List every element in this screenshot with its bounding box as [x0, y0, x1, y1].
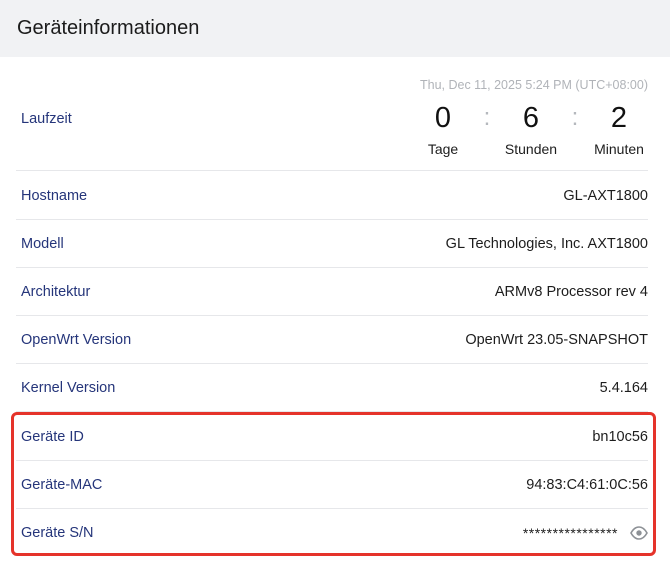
kernel-version-value: 5.4.164 — [599, 379, 648, 396]
architecture-label: Architektur — [21, 283, 91, 300]
panel-header: Geräteinformationen — [0, 0, 670, 57]
architecture-value: ARMv8 Processor rev 4 — [494, 283, 648, 300]
hostname-value: GL-AXT1800 — [563, 187, 648, 204]
openwrt-version-label: OpenWrt Version — [21, 331, 132, 348]
openwrt-version-value: OpenWrt 23.05-SNAPSHOT — [465, 331, 648, 348]
device-sn-value-group: **************** — [523, 525, 648, 541]
device-id-label: Geräte ID — [21, 428, 84, 445]
device-info-panel: Geräteinformationen Thu, Dec 11, 2025 5:… — [0, 0, 670, 565]
device-sn-value: **************** — [522, 525, 618, 541]
uptime-minutes-label: Minuten — [594, 141, 644, 157]
uptime-days: 0 Tage — [414, 98, 472, 157]
uptime-days-label: Tage — [427, 141, 459, 157]
uptime-label: Laufzeit — [21, 111, 72, 127]
uptime-separator: : — [483, 104, 491, 131]
device-id-row: Geräte ID bn10c56 — [16, 413, 648, 461]
page-title: Geräteinformationen — [17, 17, 200, 39]
uptime-counter: 0 Tage : 6 Stunden : 2 Minuten — [414, 98, 648, 157]
architecture-row: Architektur ARMv8 Processor rev 4 — [16, 268, 648, 316]
kernel-version-label: Kernel Version — [21, 379, 116, 396]
model-row: Modell GL Technologies, Inc. AXT1800 — [16, 220, 648, 268]
uptime-days-value: 0 — [434, 102, 452, 134]
current-timestamp: Thu, Dec 11, 2025 5:24 PM (UTC+08:00) — [419, 78, 648, 92]
uptime-hours: 6 Stunden — [502, 98, 560, 157]
device-mac-row: Geräte-MAC 94:83:C4:61:0C:56 — [16, 461, 648, 509]
device-sn-label: Geräte S/N — [21, 525, 94, 541]
uptime-minutes: 2 Minuten — [590, 98, 648, 157]
eye-icon[interactable] — [630, 526, 648, 540]
uptime-minutes-value: 2 — [610, 102, 628, 134]
kernel-version-row: Kernel Version 5.4.164 — [16, 364, 648, 412]
device-mac-label: Geräte-MAC — [21, 476, 103, 493]
uptime-hours-value: 6 — [522, 102, 540, 134]
uptime-hours-label: Stunden — [504, 141, 558, 157]
openwrt-version-row: OpenWrt Version OpenWrt 23.05-SNAPSHOT — [16, 316, 648, 364]
uptime-row: Laufzeit 0 Tage : 6 Stunden : 2 Minuten — [16, 98, 648, 171]
device-id-value: bn10c56 — [592, 428, 648, 445]
model-value: GL Technologies, Inc. AXT1800 — [445, 235, 648, 252]
device-mac-value: 94:83:C4:61:0C:56 — [526, 476, 648, 493]
hostname-label: Hostname — [21, 187, 88, 204]
device-sn-row: Geräte S/N **************** — [16, 509, 648, 557]
uptime-separator: : — [571, 104, 579, 131]
hostname-row: Hostname GL-AXT1800 — [16, 172, 648, 220]
model-label: Modell — [21, 235, 64, 252]
